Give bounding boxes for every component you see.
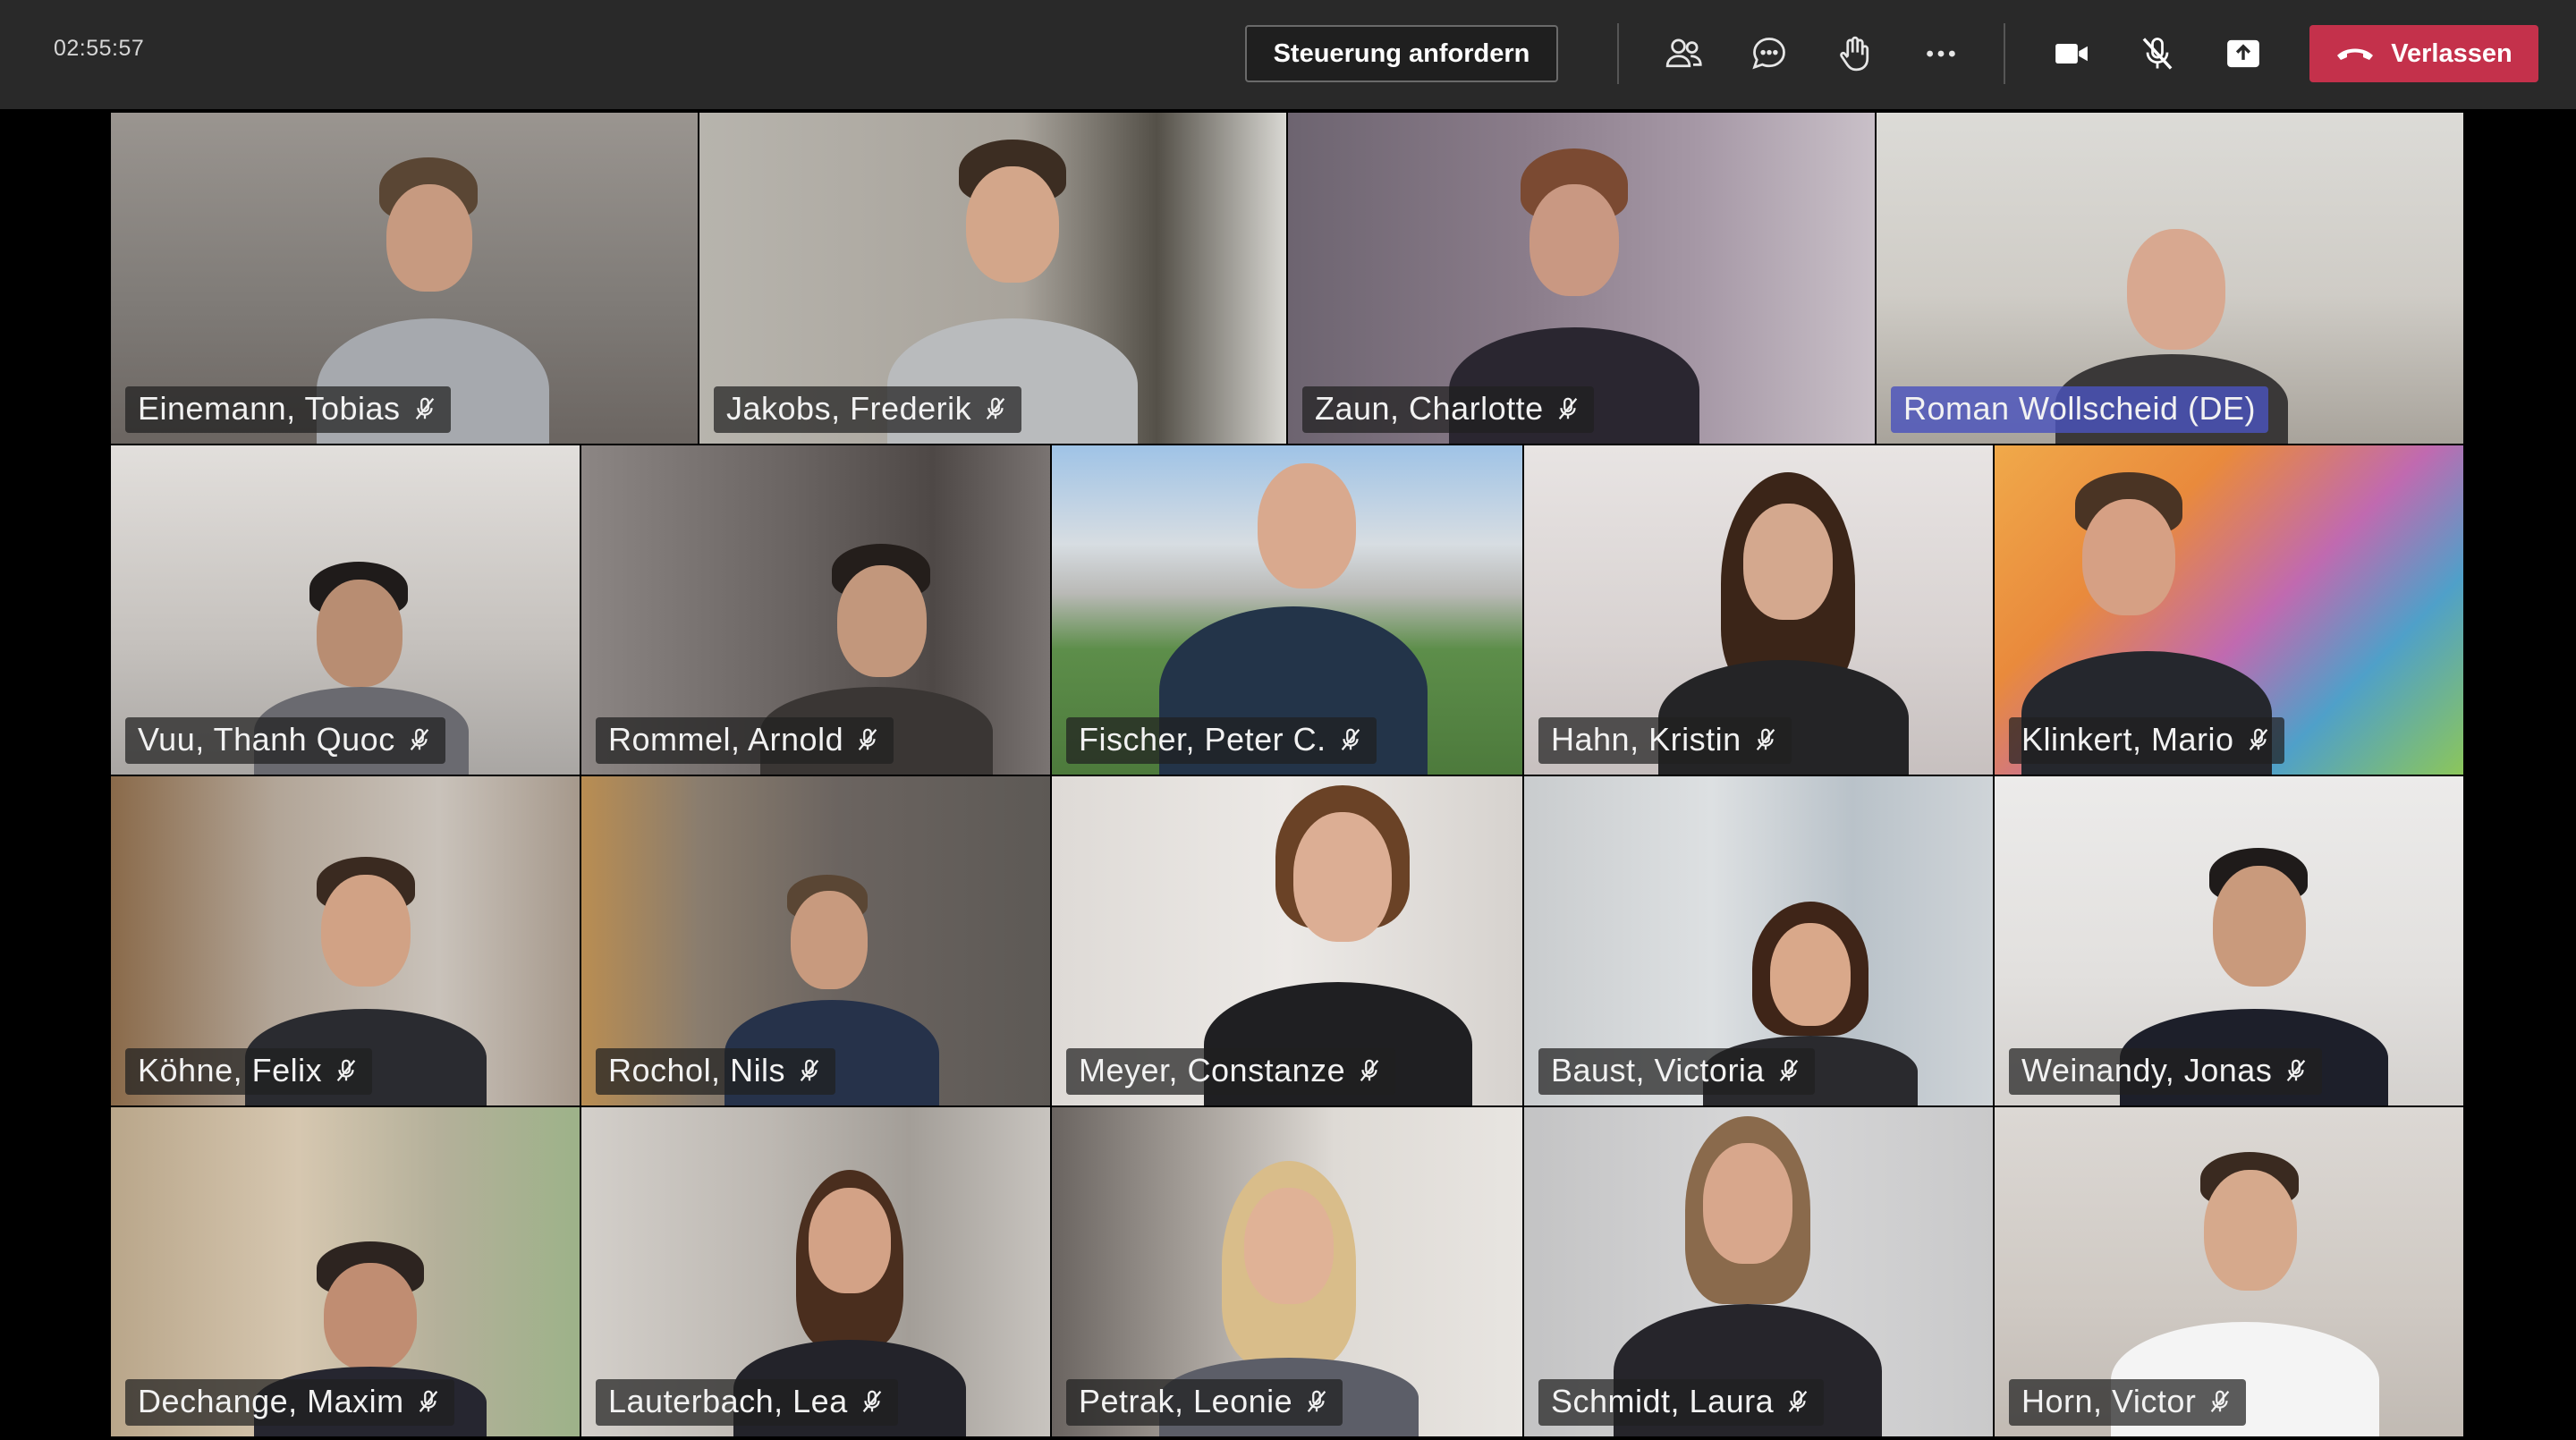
meeting-timer: 02:55:57 [54, 36, 145, 61]
mic-muted-icon [2211, 1390, 2230, 1412]
participant-name: Rochol, Nils [608, 1052, 786, 1088]
participant-name-label: Petrak, Leonie [1066, 1379, 1343, 1426]
participant-name: Jakobs, Frederik [726, 390, 972, 427]
participant-name-label: Jakobs, Frederik [714, 386, 1022, 433]
participant-name: Schmidt, Laura [1551, 1383, 1775, 1419]
video-tile[interactable]: Lauterbach, Lea [581, 1107, 1052, 1438]
participant-name: Meyer, Constanze [1079, 1052, 1346, 1088]
mic-muted-icon [800, 1059, 819, 1081]
participant-name: Petrak, Leonie [1079, 1383, 1293, 1419]
participant-name-label: Schmidt, Laura [1538, 1379, 1825, 1426]
mic-muted-icon [986, 397, 1005, 419]
participant-name-label: Rochol, Nils [596, 1048, 836, 1095]
participant-name: Horn, Victor [2021, 1383, 2197, 1419]
participant-name-label: Fischer, Peter C. [1066, 717, 1377, 764]
video-tile[interactable]: Roman Wollscheid (DE) [1877, 113, 2465, 445]
mic-muted-icon [2287, 1059, 2306, 1081]
participant-name-label: Klinkert, Mario [2009, 717, 2284, 764]
participant-name: Vuu, Thanh Quoc [138, 721, 395, 758]
camera-icon[interactable] [2045, 27, 2098, 80]
participant-name-label: Dechange, Maxim [125, 1379, 454, 1426]
mic-muted-icon [410, 728, 428, 750]
mic-muted-icon[interactable] [2131, 27, 2184, 80]
mic-muted-icon [336, 1059, 356, 1081]
video-tile[interactable]: Baust, Victoria [1524, 776, 1995, 1107]
participant-name-label: Vuu, Thanh Quoc [125, 717, 445, 764]
video-tile[interactable]: Rochol, Nils [581, 776, 1052, 1107]
participant-name: Hahn, Kristin [1551, 721, 1741, 758]
mic-muted-icon [1307, 1390, 1326, 1412]
participant-name: Köhne, Felix [138, 1052, 323, 1088]
participant-name-label: Köhne, Felix [125, 1048, 373, 1095]
video-tile[interactable]: Vuu, Thanh Quoc [111, 445, 581, 776]
participant-name: Einemann, Tobias [138, 390, 401, 427]
video-tile[interactable]: Einemann, Tobias [111, 113, 699, 445]
participants-icon[interactable] [1657, 27, 1710, 80]
participant-name: Rommel, Arnold [608, 721, 844, 758]
mic-muted-icon [1779, 1059, 1799, 1081]
participant-name-label: Horn, Victor [2009, 1379, 2247, 1426]
mic-muted-icon [1360, 1059, 1379, 1081]
mic-muted-icon [1558, 397, 1577, 419]
video-tile[interactable]: Hahn, Kristin [1524, 445, 1995, 776]
participant-name-label: Hahn, Kristin [1538, 717, 1792, 764]
video-tile[interactable]: Dechange, Maxim [111, 1107, 581, 1438]
mic-muted-icon [1756, 728, 1775, 750]
raise-hand-icon[interactable] [1828, 27, 1882, 80]
video-tile[interactable]: Petrak, Leonie [1052, 1107, 1524, 1438]
participant-name-label: Rommel, Arnold [596, 717, 894, 764]
participant-name-label: Weinandy, Jonas [2009, 1048, 2323, 1095]
video-tile[interactable]: Meyer, Constanze [1052, 776, 1524, 1107]
video-tile[interactable]: Zaun, Charlotte [1288, 113, 1877, 445]
participant-name: Baust, Victoria [1551, 1052, 1765, 1088]
participant-name-label: Einemann, Tobias [125, 386, 451, 433]
mic-muted-icon [1341, 728, 1360, 750]
participant-name-label: Lauterbach, Lea [596, 1379, 898, 1426]
toolbar-divider [1617, 23, 1619, 84]
participant-name: Lauterbach, Lea [608, 1383, 848, 1419]
participant-name-label: Roman Wollscheid (DE) [1891, 386, 2268, 433]
video-tile[interactable]: Schmidt, Laura [1524, 1107, 1995, 1438]
share-screen-icon[interactable] [2216, 27, 2270, 80]
participant-name: Dechange, Maxim [138, 1383, 404, 1419]
video-tile[interactable]: Klinkert, Mario [1995, 445, 2465, 776]
mic-muted-icon [862, 1390, 881, 1412]
video-grid: Einemann, Tobias Jakobs, Frederik Zaun, … [0, 109, 2576, 1440]
toolbar-divider [2004, 23, 2005, 84]
participant-name: Zaun, Charlotte [1315, 390, 1544, 427]
participant-name: Fischer, Peter C. [1079, 721, 1326, 758]
participant-name-label: Baust, Victoria [1538, 1048, 1815, 1095]
video-tile[interactable]: Köhne, Felix [111, 776, 581, 1107]
mic-muted-icon [2249, 728, 2267, 750]
request-control-button[interactable]: Steuerung anfordern [1245, 25, 1558, 82]
leave-button[interactable]: Verlassen [2309, 25, 2538, 82]
video-tile[interactable]: Horn, Victor [1995, 1107, 2465, 1438]
meeting-toolbar: 02:55:57 Steuerung anfordern Verlassen [0, 0, 2576, 109]
participant-name: Roman Wollscheid (DE) [1903, 390, 2256, 427]
chat-icon[interactable] [1742, 27, 1796, 80]
video-tile[interactable]: Jakobs, Frederik [699, 113, 1288, 445]
mic-muted-icon [419, 1390, 437, 1412]
video-tile[interactable]: Rommel, Arnold [581, 445, 1052, 776]
video-tile[interactable]: Fischer, Peter C. [1052, 445, 1524, 776]
mic-muted-icon [1788, 1390, 1808, 1412]
video-tile[interactable]: Weinandy, Jonas [1995, 776, 2465, 1107]
hang-up-icon [2337, 48, 2374, 60]
mic-muted-icon [415, 397, 434, 419]
participant-name: Klinkert, Mario [2021, 721, 2234, 758]
mic-muted-icon [858, 728, 877, 750]
participant-name-label: Meyer, Constanze [1066, 1048, 1396, 1095]
leave-label: Verlassen [2391, 38, 2512, 68]
more-options-icon[interactable] [1914, 27, 1968, 80]
participant-name: Weinandy, Jonas [2021, 1052, 2273, 1088]
participant-name-label: Zaun, Charlotte [1302, 386, 1594, 433]
